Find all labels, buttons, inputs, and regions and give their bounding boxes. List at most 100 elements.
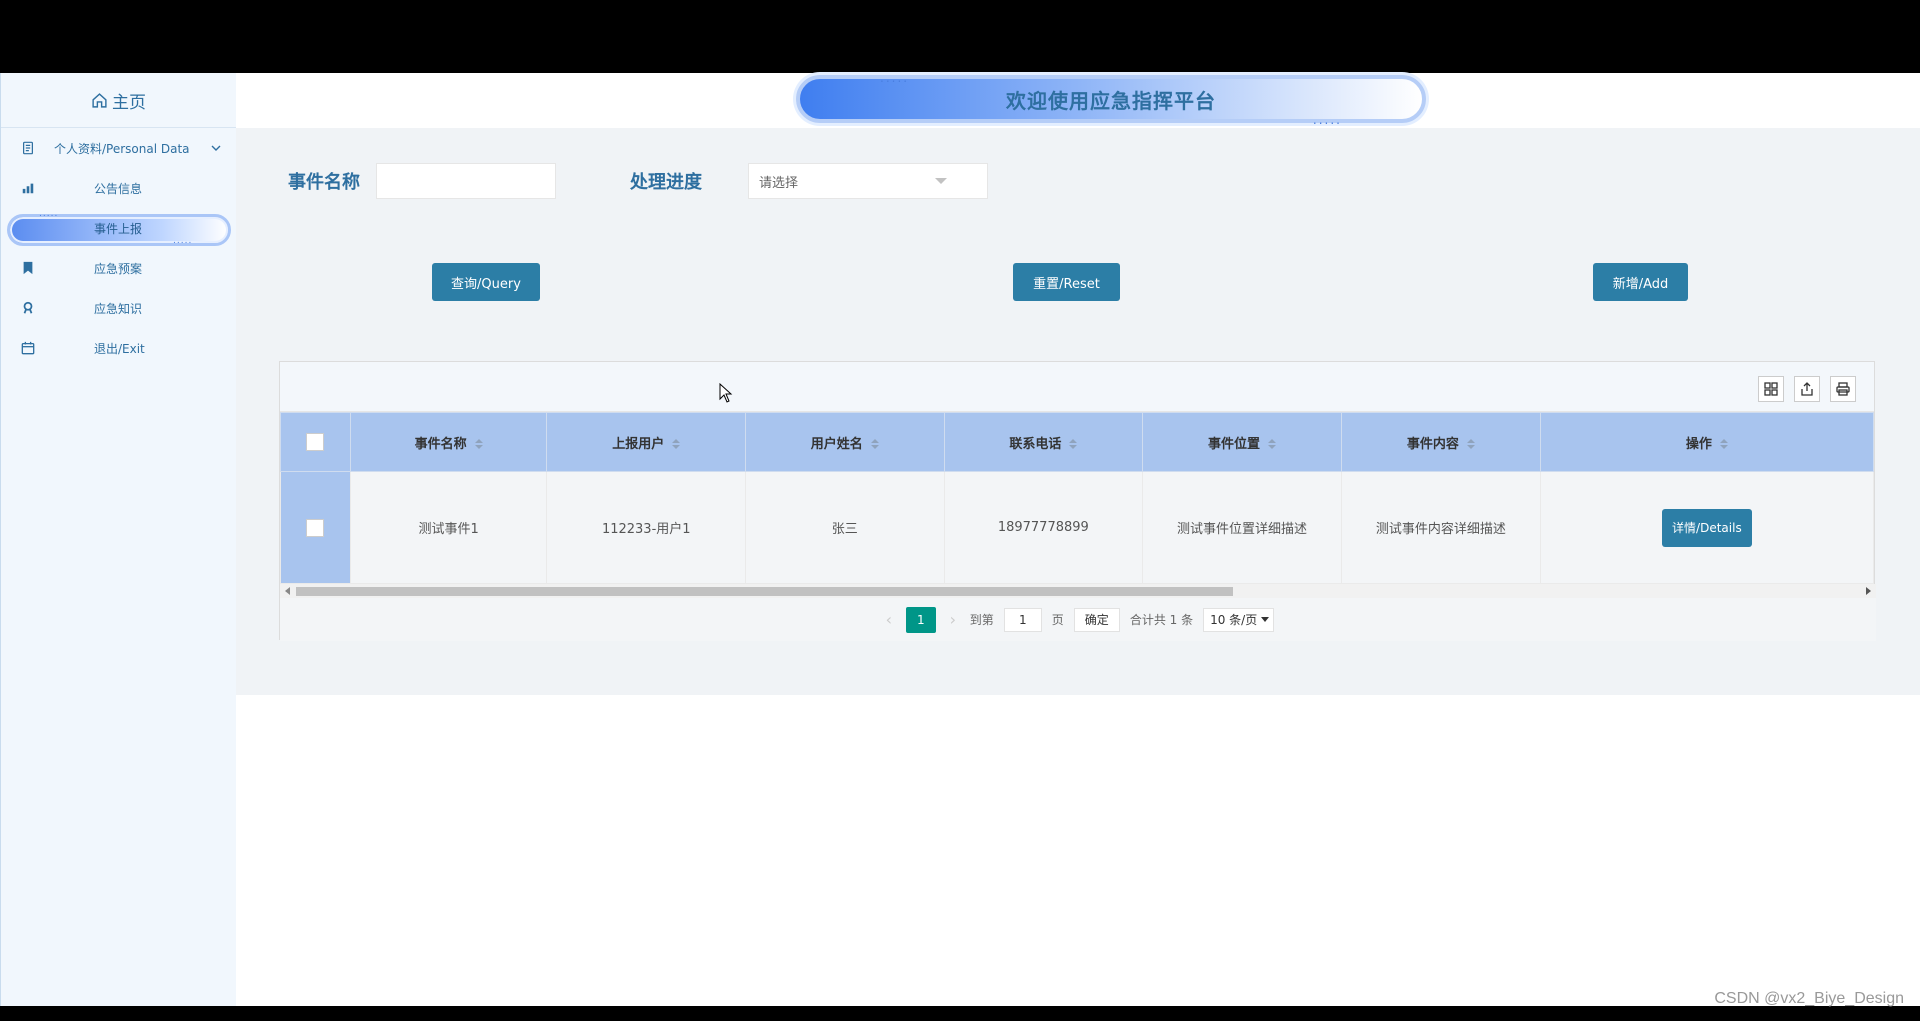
col-event-name[interactable]: 事件名称 (349, 412, 548, 472)
scroll-right-arrow-icon[interactable] (1866, 587, 1871, 595)
data-table-container: 事件名称 上报用户 用户姓名 联系电话 事件位置 事件内容 操作 测试事件1 1… (279, 361, 1876, 641)
title-banner: ..... 欢迎使用应急指挥平台 ..... (796, 71, 1426, 127)
bottom-black-bar (0, 1006, 1920, 1021)
sidebar-item-announcements[interactable]: 公告信息 (1, 168, 236, 208)
sidebar-item-label: 个人资料/Personal Data (54, 141, 190, 156)
event-name-input[interactable] (376, 163, 556, 199)
scroll-left-arrow-icon[interactable] (285, 587, 290, 595)
horizontal-scrollbar[interactable] (280, 584, 1876, 598)
badge-icon (23, 301, 33, 314)
document-icon (23, 141, 33, 155)
next-page-icon[interactable]: › (946, 610, 960, 629)
page-title: 欢迎使用应急指挥平台 (1006, 88, 1216, 113)
cell-reporter: 112233-用户1 (546, 471, 747, 584)
export-button[interactable] (1794, 376, 1820, 402)
table-toolbar (280, 362, 1874, 412)
select-all-cell (280, 412, 351, 472)
query-button[interactable]: 查询/Query (432, 263, 540, 301)
col-user-name[interactable]: 用户姓名 (745, 412, 945, 472)
col-content[interactable]: 事件内容 (1340, 412, 1541, 472)
col-phone[interactable]: 联系电话 (943, 412, 1144, 472)
sort-icon (1069, 439, 1078, 449)
progress-label: 处理进度 (630, 172, 702, 193)
page-size-select[interactable]: 10 条/页 (1203, 607, 1275, 632)
reset-button[interactable]: 重置/Reset (1013, 263, 1120, 301)
sidebar-item-label: 退出/Exit (94, 341, 145, 356)
home-icon (92, 92, 107, 108)
sort-icon (1719, 439, 1728, 449)
scrollbar-thumb[interactable] (296, 587, 1233, 596)
progress-select[interactable]: 请选择 (748, 163, 988, 199)
banner-dots-bottom: ..... (1312, 113, 1342, 127)
row-checkbox[interactable] (306, 518, 325, 537)
add-button[interactable]: 新增/Add (1593, 263, 1688, 301)
print-button[interactable] (1830, 376, 1856, 402)
cell-phone: 18977778899 (943, 471, 1144, 584)
cell-user-name: 张三 (745, 471, 945, 584)
watermark: CSDN @vx2_Biye_Design (1714, 990, 1904, 1007)
sort-icon (474, 439, 483, 449)
export-icon (1801, 382, 1813, 396)
main-area: ..... 欢迎使用应急指挥平台 ..... 事件名称 处理进度 请选择 查询/… (236, 71, 1920, 1006)
page-unit-label: 页 (1051, 613, 1064, 627)
banner-dots-top: ..... (880, 71, 910, 85)
sidebar-item-label: 应急预案 (94, 261, 143, 276)
col-label: 上报用户 (612, 436, 665, 452)
cell-actions: 详情/Details (1539, 471, 1875, 584)
table-row: 测试事件1 112233-用户1 张三 18977778899 测试事件位置详细… (280, 471, 1875, 584)
sort-icon (1466, 439, 1475, 449)
mouse-cursor-icon (719, 383, 733, 403)
progress-select-placeholder: 请选择 (759, 175, 799, 191)
cell-event-name: 测试事件1 (349, 471, 548, 584)
active-dots-top: ..... (39, 209, 59, 219)
col-reporter[interactable]: 上报用户 (546, 412, 747, 472)
megaphone-icon (22, 183, 34, 194)
col-label: 事件名称 (414, 436, 467, 452)
printer-icon (1836, 382, 1850, 396)
col-label: 事件位置 (1208, 436, 1261, 452)
top-black-bar (0, 0, 1920, 73)
details-button[interactable]: 详情/Details (1662, 508, 1752, 547)
event-name-label: 事件名称 (288, 172, 360, 193)
goto-page-input[interactable]: 1 (1003, 607, 1042, 632)
sidebar-item-label: 事件上报 (94, 221, 143, 236)
chevron-down-icon (211, 145, 221, 151)
sidebar: 主页 个人资料/Personal Data 公告信息 ..... 事件上报 ..… (0, 73, 236, 1006)
caret-down-icon (935, 178, 947, 184)
goto-confirm-button[interactable]: 确定 (1073, 607, 1120, 632)
col-label: 联系电话 (1009, 436, 1062, 452)
sidebar-item-event-report[interactable]: ..... 事件上报 ..... (1, 208, 236, 248)
columns-filter-button[interactable] (1758, 376, 1784, 402)
sidebar-item-exit[interactable]: 退出/Exit (1, 328, 236, 368)
goto-label: 到第 (969, 613, 994, 627)
sidebar-item-personal-data[interactable]: 个人资料/Personal Data (1, 128, 236, 168)
cell-content: 测试事件内容详细描述 (1340, 471, 1541, 584)
calendar-icon (21, 341, 35, 355)
sidebar-item-label: 应急知识 (94, 301, 143, 316)
home-label: 主页 (112, 92, 146, 113)
page-current[interactable]: 1 (905, 606, 936, 633)
select-all-checkbox[interactable] (306, 433, 325, 451)
col-actions[interactable]: 操作 (1539, 412, 1875, 472)
header: ..... 欢迎使用应急指挥平台 ..... (236, 71, 1920, 128)
sidebar-home[interactable]: 主页 (1, 73, 236, 128)
page-size-value: 10 条/页 (1210, 612, 1258, 627)
active-dots-bottom: ..... (173, 236, 193, 246)
sort-icon (870, 439, 879, 449)
sidebar-item-label: 公告信息 (94, 181, 143, 196)
sidebar-item-emergency-plan[interactable]: 应急预案 (1, 248, 236, 288)
sidebar-item-emergency-knowledge[interactable]: 应急知识 (1, 288, 236, 328)
grid-icon (1764, 382, 1778, 396)
col-location[interactable]: 事件位置 (1142, 412, 1342, 472)
events-table: 事件名称 上报用户 用户姓名 联系电话 事件位置 事件内容 操作 测试事件1 1… (280, 412, 1875, 584)
total-count: 合计共 1 条 (1129, 613, 1194, 627)
col-label: 事件内容 (1406, 436, 1459, 452)
pagination: ‹ 1 › 到第 1 页 确定 合计共 1 条 10 条/页 (280, 598, 1876, 641)
search-row: 事件名称 处理进度 请选择 (288, 163, 988, 199)
sort-icon (672, 439, 681, 449)
content-area: 事件名称 处理进度 请选择 查询/Query 重置/Reset 新增/Add 事… (236, 128, 1920, 695)
bookmark-icon (23, 261, 33, 275)
row-select-cell (280, 471, 351, 584)
cell-location: 测试事件位置详细描述 (1142, 471, 1342, 584)
prev-page-icon[interactable]: ‹ (882, 610, 896, 629)
